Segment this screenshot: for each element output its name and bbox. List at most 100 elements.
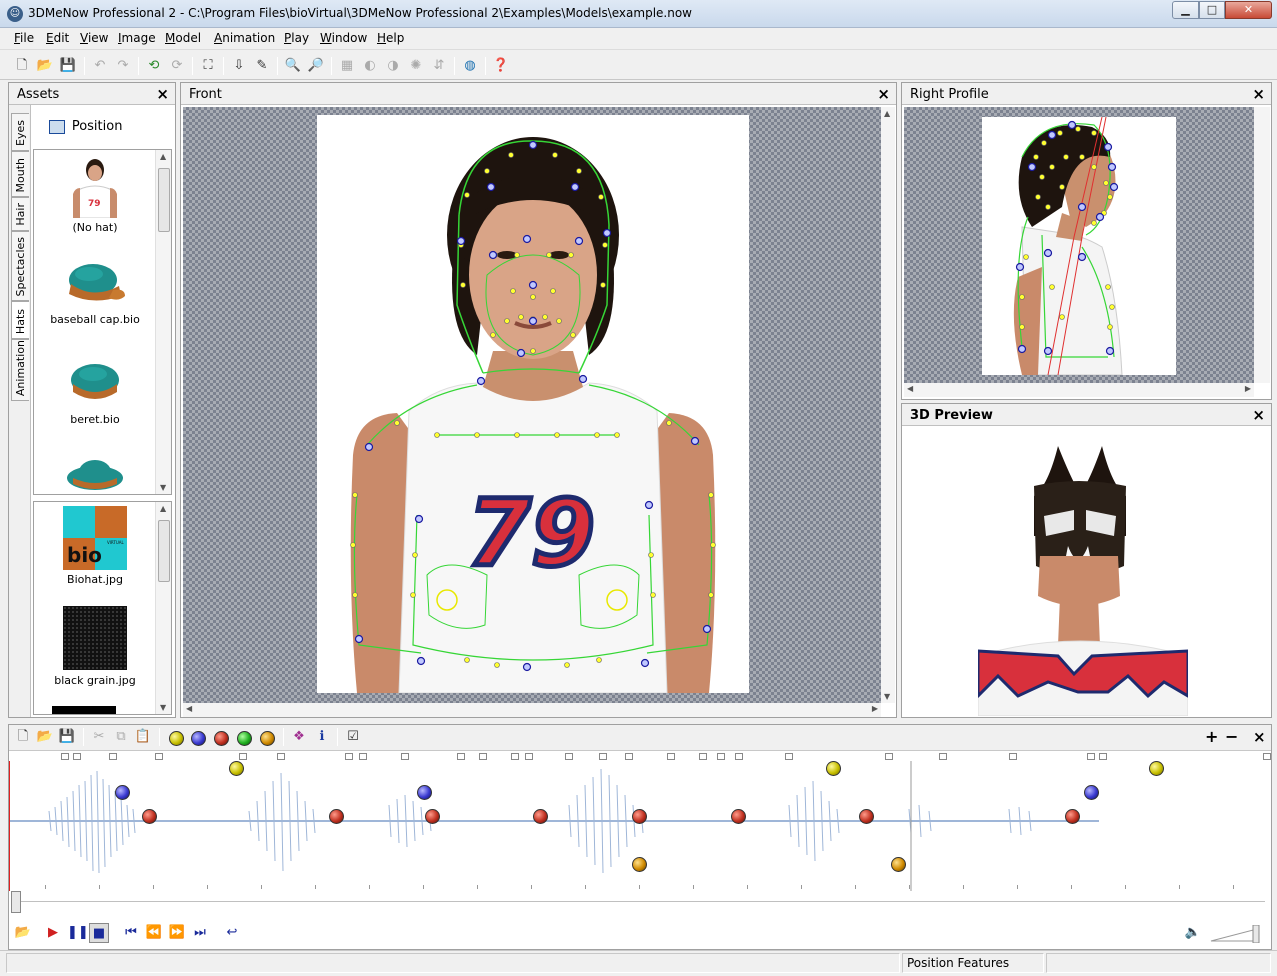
tab-hair[interactable]: Hair xyxy=(11,197,29,231)
redo-icon[interactable]: ↷ xyxy=(113,56,133,76)
blue-ball-icon[interactable] xyxy=(191,731,206,746)
menu-edit[interactable]: Edit xyxy=(46,31,69,45)
color-mix-icon[interactable]: ❖ xyxy=(289,727,309,747)
wand-icon[interactable]: ✎ xyxy=(252,56,272,76)
red-ball-icon[interactable] xyxy=(214,731,229,746)
keyframe-ball[interactable] xyxy=(891,857,906,872)
keyframe-marker[interactable] xyxy=(109,753,117,760)
info-icon[interactable]: ℹ xyxy=(312,727,332,747)
keyframe-ball[interactable] xyxy=(417,785,432,800)
keyframe-marker[interactable] xyxy=(1087,753,1095,760)
keyframe-ball[interactable] xyxy=(632,809,647,824)
adjust-2-icon[interactable]: ◐ xyxy=(360,56,380,76)
keyframe-marker[interactable] xyxy=(565,753,573,760)
keyframe-ball[interactable] xyxy=(731,809,746,824)
new-icon[interactable]: 🗋 xyxy=(12,56,32,76)
keyframe-marker[interactable] xyxy=(457,753,465,760)
keyframe-ball[interactable] xyxy=(632,857,647,872)
undo-icon[interactable]: ↶ xyxy=(90,56,110,76)
rewind-icon[interactable]: ⏪ xyxy=(144,923,164,943)
menu-help[interactable]: Help xyxy=(377,31,404,45)
orange-ball-icon[interactable] xyxy=(260,731,275,746)
front-hscroll[interactable]: ◀ ▶ xyxy=(183,703,881,717)
loop-icon[interactable]: ↩ xyxy=(222,923,242,943)
assets-close-icon[interactable]: × xyxy=(156,85,169,103)
forward-icon[interactable]: ⏩ xyxy=(167,923,187,943)
zoom-in-icon[interactable]: 🔍 xyxy=(283,56,303,76)
front-photo[interactable]: 79 xyxy=(317,115,749,693)
adjust-5-icon[interactable]: ⇵ xyxy=(429,56,449,76)
globe-icon[interactable]: ◍ xyxy=(460,56,480,76)
keyframe-ball[interactable] xyxy=(229,761,244,776)
paste-icon[interactable]: 📋 xyxy=(133,727,153,747)
export-icon[interactable]: ⇩ xyxy=(229,56,249,76)
open-icon[interactable]: 📂 xyxy=(35,727,55,747)
menu-model[interactable]: Model xyxy=(165,31,201,45)
profile-canvas[interactable] xyxy=(904,107,1254,383)
keyframe-marker[interactable] xyxy=(401,753,409,760)
keyframe-marker[interactable] xyxy=(885,753,893,760)
volume-slider[interactable] xyxy=(1209,925,1261,943)
adjust-4-icon[interactable]: ✺ xyxy=(406,56,426,76)
keyframe-ball[interactable] xyxy=(1149,761,1164,776)
keyframe-marker[interactable] xyxy=(525,753,533,760)
first-icon[interactable]: ⏮ xyxy=(121,923,141,943)
yellow-ball-icon[interactable] xyxy=(169,731,184,746)
keyframe-ball[interactable] xyxy=(1065,809,1080,824)
keyframe-marker[interactable] xyxy=(735,753,743,760)
keyframe-marker[interactable] xyxy=(1099,753,1107,760)
front-canvas[interactable]: 79 xyxy=(183,107,881,703)
keyframe-marker[interactable] xyxy=(61,753,69,760)
timeline-slider-thumb[interactable] xyxy=(11,891,21,913)
list-item[interactable]: beret.bio xyxy=(34,354,156,426)
profile-hscroll[interactable]: ◀ ▶ xyxy=(904,383,1254,397)
keyframe-ball[interactable] xyxy=(142,809,157,824)
play-icon[interactable]: ▶ xyxy=(43,923,63,943)
adjust-1-icon[interactable]: ▦ xyxy=(337,56,357,76)
list-item[interactable]: 79 (No hat) xyxy=(34,154,156,234)
minimize-button[interactable]: ▁ xyxy=(1172,1,1199,19)
save-icon[interactable]: 💾 xyxy=(58,56,78,76)
volume-icon[interactable]: 🔈 xyxy=(1183,923,1203,943)
close-window-button[interactable]: ✕ xyxy=(1225,1,1272,19)
keyframe-marker[interactable] xyxy=(155,753,163,760)
keyframe-marker[interactable] xyxy=(625,753,633,760)
scroll-thumb[interactable] xyxy=(158,168,170,232)
keyframe-ball[interactable] xyxy=(533,809,548,824)
profile-vscroll[interactable] xyxy=(1254,107,1270,383)
keyframe-ball[interactable] xyxy=(425,809,440,824)
new-icon[interactable]: 🗋 xyxy=(13,727,33,747)
open-icon[interactable]: 📂 xyxy=(35,56,55,76)
timeline-slider-track[interactable] xyxy=(15,901,1265,903)
hats-scrollbar[interactable]: ▲ ▼ xyxy=(155,150,171,494)
checklist-icon[interactable]: ☑ xyxy=(343,727,363,747)
tab-hats[interactable]: Hats xyxy=(11,301,29,339)
adjust-3-icon[interactable]: ◑ xyxy=(383,56,403,76)
maximize-button[interactable]: □ xyxy=(1199,1,1225,19)
list-item[interactable]: VIRTUAL bio Biohat.jpg xyxy=(34,506,156,586)
stop-icon[interactable]: ■ xyxy=(89,923,109,943)
list-item[interactable]: black grain.jpg xyxy=(34,606,156,687)
menu-image[interactable]: Image xyxy=(118,31,156,45)
keyframe-marker[interactable] xyxy=(599,753,607,760)
green-ball-icon[interactable] xyxy=(237,731,252,746)
keyframe-ball[interactable] xyxy=(115,785,130,800)
keyframe-marker[interactable] xyxy=(717,753,725,760)
menu-file[interactable]: File xyxy=(14,31,34,45)
keyframe-marker[interactable] xyxy=(1263,753,1271,760)
zoom-out-icon[interactable]: 🔎 xyxy=(306,56,326,76)
list-item[interactable] xyxy=(34,454,156,494)
keyframe-marker[interactable] xyxy=(785,753,793,760)
tab-spectacles[interactable]: Spectacles xyxy=(11,231,29,301)
profile-photo[interactable] xyxy=(982,117,1176,375)
help-icon[interactable]: ❓ xyxy=(491,56,511,76)
keyframe-ball[interactable] xyxy=(1084,785,1099,800)
copy-icon[interactable]: ⧉ xyxy=(111,727,131,747)
zoom-plus-button[interactable]: + xyxy=(1205,727,1218,746)
tab-animation[interactable]: Animation xyxy=(11,339,29,401)
tab-mouth[interactable]: Mouth xyxy=(11,151,29,197)
preview-render[interactable] xyxy=(978,446,1188,716)
cut-icon[interactable]: ✂ xyxy=(89,727,109,747)
keyframe-marker[interactable] xyxy=(1009,753,1017,760)
keyframe-marker[interactable] xyxy=(511,753,519,760)
